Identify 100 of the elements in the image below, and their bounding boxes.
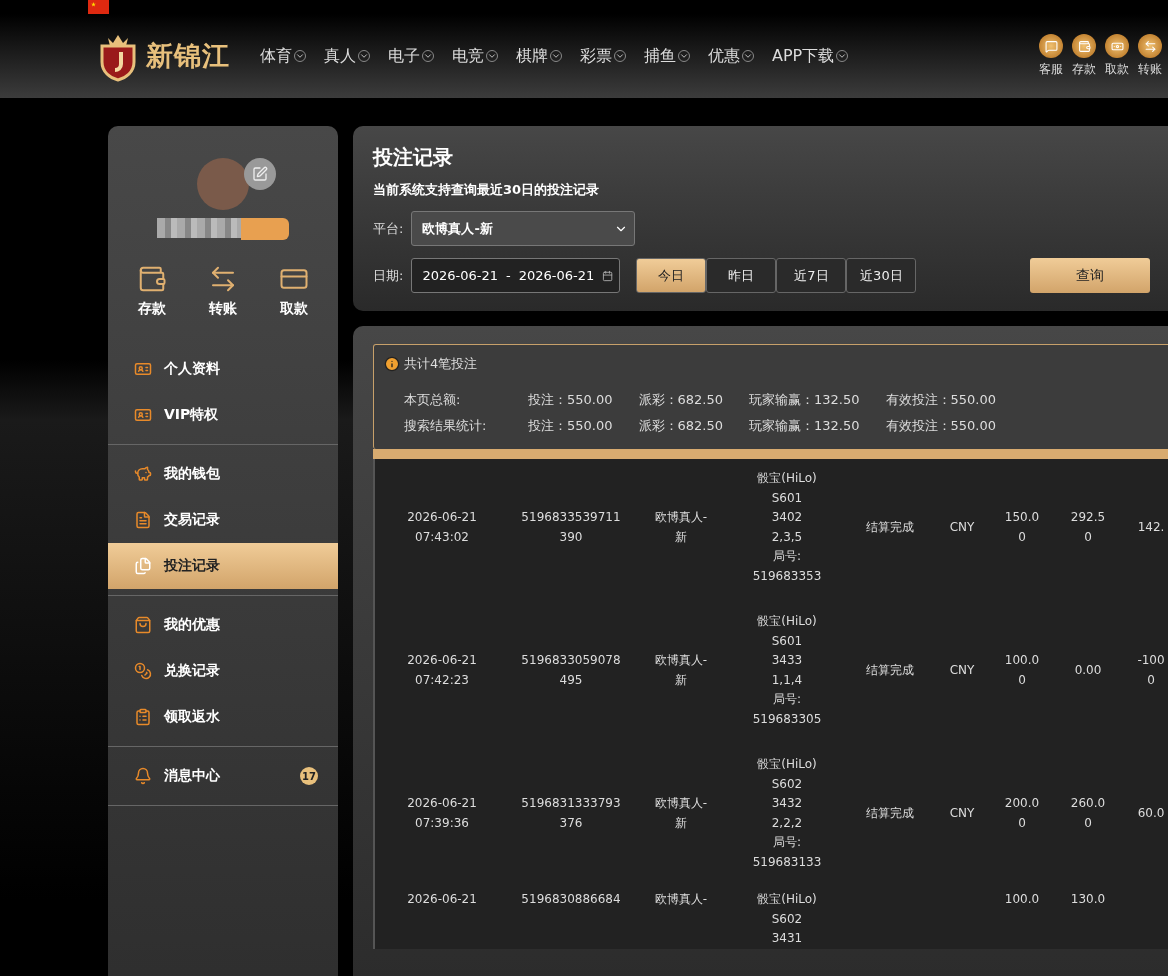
clipboard-icon [134, 708, 152, 726]
wallet-icon [1072, 34, 1096, 58]
avatar-placeholder [197, 158, 249, 210]
table-cell-text: 2026-06-21 [406, 891, 478, 908]
table-cell-text: 100.0 0 [1003, 652, 1041, 689]
table-cell-text: 2026-06-21 07:39:36 [406, 795, 478, 832]
field-label: 日期: [373, 266, 404, 285]
summary-value: 有效投注：550.00 [885, 391, 996, 409]
chat-icon [1039, 34, 1063, 58]
table-cell-text: 骰宝(HiLo) S601 3402 2,3,5 局号: 519683353 [751, 470, 823, 585]
table-cell-text: 骰宝(HiLo) S602 3432 2,2,2 局号: 519683133 [751, 756, 823, 871]
piggy-bank-icon [134, 465, 152, 483]
nav-link[interactable]: 棋牌 [516, 45, 562, 67]
table-cell-text: CNY [948, 518, 976, 536]
quick-link[interactable]: 取款 [1105, 34, 1129, 78]
transfer-icon [1138, 34, 1162, 58]
table-cell-text: 欧博真人- 新 [653, 795, 709, 832]
table-cell-text: 欧博真人- [653, 891, 709, 908]
info-icon [384, 356, 400, 372]
table-cell-text: CNY [948, 804, 976, 822]
note-text: 当前系统支持查询最近30日的投注记录 [373, 181, 601, 199]
summary-value: 派彩：682.50 [638, 391, 723, 409]
table-cell-text: 150.0 0 [1003, 509, 1041, 546]
table-cell-text: 142. [1136, 518, 1166, 536]
range-button[interactable]: 昨日 [706, 258, 777, 293]
coin-icon [134, 662, 152, 680]
sidebar-item[interactable]: 我的优惠 [108, 602, 338, 648]
table-cell-text: 欧博真人- 新 [653, 509, 709, 546]
wallet-action[interactable]: 转账 [208, 264, 238, 318]
calendar-icon [602, 268, 614, 283]
table-cell-text: 5196833539711 390 [520, 509, 622, 546]
query-button[interactable]: 查询 [1030, 258, 1151, 293]
quick-link[interactable]: 客服 [1039, 34, 1063, 78]
quick-link[interactable]: 转账 [1138, 34, 1162, 78]
sidebar-item[interactable]: 投注记录 [108, 543, 338, 589]
cash-icon [1105, 34, 1129, 58]
table-cell-text: 结算完成 [865, 661, 915, 679]
table-cell-text: -100 0 [1136, 652, 1166, 689]
sidebar-item[interactable]: 我的钱包 [108, 451, 338, 497]
table-cell-text: 292.5 0 [1069, 509, 1107, 546]
edit-icon[interactable] [244, 158, 276, 190]
summary-value: 投注：550.00 [528, 391, 613, 409]
document-icon [134, 511, 152, 529]
nav-link[interactable]: 彩票 [580, 45, 626, 67]
id-card-icon [134, 360, 152, 378]
table-cell-text: 0.00 [1073, 661, 1103, 679]
range-button[interactable]: 今日 [636, 258, 707, 293]
table-cell-text: 60.0 [1136, 804, 1166, 822]
sidebar-item[interactable]: VIP特权 [108, 392, 338, 438]
range-button[interactable]: 近30日 [846, 258, 917, 293]
table-cell-text: 5196833059078 495 [520, 652, 622, 689]
table-cell-text: 100.0 [1003, 891, 1041, 908]
table-cell-text: 欧博真人- 新 [653, 652, 709, 689]
blurred-level-badge [241, 218, 289, 240]
nav-link[interactable]: 体育 [260, 45, 306, 67]
sidebar-item[interactable]: 交易记录 [108, 497, 338, 543]
table-cell-text: 260.0 0 [1069, 795, 1107, 832]
table-cell-text: 结算完成 [865, 518, 915, 536]
count-badge: 17 [300, 767, 318, 785]
nav-link[interactable]: 捕鱼 [644, 45, 690, 67]
id-card-icon [134, 406, 152, 424]
date-range-field[interactable]: 2026-06-21 - 2026-06-21 [411, 258, 621, 293]
wallet-action[interactable]: 存款 [136, 264, 167, 318]
summary-value: 玩家输赢：132.50 [749, 417, 860, 435]
nav-link[interactable]: 真人 [324, 45, 370, 67]
table-cell-text: 130.0 [1069, 891, 1107, 908]
table-cell-text: 5196830886684 [520, 891, 622, 908]
table-cell-text: 200.0 0 [1003, 795, 1041, 832]
sidebar-item[interactable]: 领取返水 [108, 694, 338, 740]
documents-icon [134, 557, 152, 575]
sidebar-item[interactable]: 消息中心 17 [108, 753, 338, 799]
summary-label: 本页总额: [404, 391, 462, 409]
summary-label: 搜索结果统计: [404, 417, 488, 435]
nav-link[interactable]: 电竞 [452, 45, 498, 67]
table-cell-text: 骰宝(HiLo) S601 3433 1,1,4 局号: 519683305 [751, 613, 823, 728]
bell-icon [134, 767, 152, 785]
summary-value: 投注：550.00 [528, 417, 613, 435]
table-cell-text: 2026-06-21 07:42:23 [406, 652, 478, 689]
table-cell-text: 5196831333793 376 [520, 795, 622, 832]
sidebar-item[interactable]: 个人资料 [108, 346, 338, 392]
table-cell-text: CNY [948, 661, 976, 679]
nav-link[interactable]: APP下载 [772, 45, 849, 67]
wallet-action[interactable]: 取款 [279, 264, 310, 318]
summary-value: 有效投注：550.00 [885, 417, 996, 435]
quick-link[interactable]: 存款 [1072, 34, 1096, 78]
range-button[interactable]: 近7日 [776, 258, 847, 293]
brand-name[interactable]: 新锦江 [146, 38, 230, 74]
field-label: 平台: [373, 219, 404, 238]
count-text: 共计4笔投注 [404, 355, 478, 373]
table-cell-text: 2026-06-21 07:43:02 [406, 509, 478, 546]
nav-link[interactable]: 电子 [388, 45, 434, 67]
table-cell-text: 骰宝(HiLo) S602 3431 [756, 891, 818, 947]
table-cell-text: 结算完成 [865, 804, 915, 822]
summary-value: 玩家输赢：132.50 [749, 391, 860, 409]
summary-value: 派彩：682.50 [638, 417, 723, 435]
sidebar-item[interactable]: 兑换记录 [108, 648, 338, 694]
nav-link[interactable]: 优惠 [708, 45, 754, 67]
page-title: 投注记录 [373, 144, 454, 171]
platform-select[interactable]: 欧博真人-新 [411, 211, 636, 246]
bag-icon [134, 616, 152, 634]
